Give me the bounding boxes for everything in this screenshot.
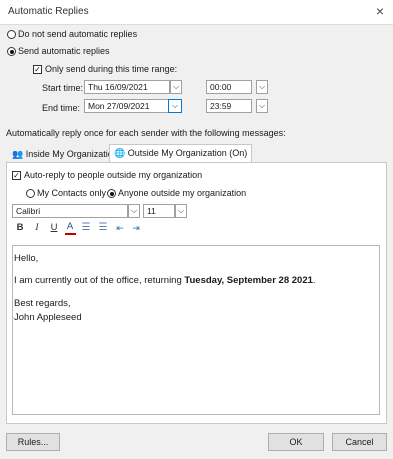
reply-instruction: Automatically reply once for each sender… (6, 128, 286, 138)
people-icon: 👥 (12, 149, 24, 159)
radio-no-auto-replies[interactable] (7, 30, 16, 39)
radio-my-contacts-only[interactable] (26, 189, 35, 198)
font-size-dropdown-icon[interactable]: ⌵ (175, 204, 187, 218)
message-body-prefix: I am currently out of the office, return… (14, 275, 185, 286)
cancel-button[interactable]: Cancel (332, 433, 387, 451)
rules-button[interactable]: Rules... (6, 433, 60, 451)
font-color-icon[interactable]: A (64, 221, 76, 233)
message-body: I am currently out of the office, return… (14, 275, 316, 286)
end-time-field[interactable]: 23:59 (206, 99, 252, 113)
time-range-checkbox[interactable]: ✓ (33, 65, 42, 74)
end-time-dropdown-icon[interactable]: ⌵ (256, 99, 268, 113)
close-icon[interactable]: × (372, 3, 388, 19)
message-signoff: Best regards, (14, 298, 71, 309)
start-date-dropdown-icon[interactable]: ⌵ (170, 80, 182, 94)
start-date-field[interactable]: Thu 16/09/2021 (84, 80, 170, 94)
message-name: John Appleseed (14, 312, 82, 323)
end-date-dropdown-icon[interactable]: ⌵ (168, 99, 182, 113)
radio-no-auto-replies-label[interactable]: Do not send automatic replies (18, 29, 137, 39)
end-time-label: End time: (42, 103, 81, 113)
underline-icon[interactable]: U (48, 222, 60, 234)
message-body-suffix: . (312, 275, 316, 286)
start-time-field[interactable]: 00:00 (206, 80, 252, 94)
message-greeting: Hello, (14, 253, 39, 264)
increase-indent-icon[interactable]: ⇥ (130, 222, 142, 234)
font-family-dropdown-icon[interactable]: ⌵ (128, 204, 140, 218)
start-time-label: Start time: (42, 83, 84, 93)
font-family-select[interactable]: Calibri (12, 204, 128, 218)
italic-icon[interactable]: I (31, 222, 43, 234)
auto-reply-outside-checkbox[interactable]: ✓ (12, 171, 21, 180)
end-date-field[interactable]: Mon 27/09/2021 (84, 99, 170, 113)
tab-outside-organization[interactable]: 🌐 Outside My Organization (On) (109, 144, 253, 163)
radio-anyone-outside-label[interactable]: Anyone outside my organization (118, 188, 246, 198)
time-range-label[interactable]: Only send during this time range: (45, 64, 177, 74)
ok-button[interactable]: OK (268, 433, 324, 451)
font-size-select[interactable]: 11 (143, 204, 175, 218)
radio-send-auto-replies-label[interactable]: Send automatic replies (18, 46, 110, 56)
tab-inside-organization[interactable]: 👥 Inside My Organization (8, 146, 122, 163)
globe-icon: 🌐 (114, 148, 126, 158)
radio-my-contacts-only-label[interactable]: My Contacts only (37, 188, 106, 198)
start-time-dropdown-icon[interactable]: ⌵ (256, 80, 268, 94)
bold-icon[interactable]: B (14, 222, 26, 234)
tab-inside-organization-label: Inside My Organization (25, 149, 118, 159)
font-color-swatch (65, 233, 76, 235)
decrease-indent-icon[interactable]: ⇤ (114, 222, 126, 234)
numbered-list-icon[interactable]: ☰ (97, 222, 109, 234)
auto-reply-outside-label[interactable]: Auto-reply to people outside my organiza… (24, 170, 202, 180)
window-title: Automatic Replies (8, 6, 89, 17)
bullet-list-icon[interactable]: ☰ (80, 222, 92, 234)
message-editor[interactable] (12, 245, 380, 415)
radio-anyone-outside[interactable] (107, 189, 116, 198)
tab-outside-organization-label: Outside My Organization (On) (127, 148, 248, 158)
radio-send-auto-replies[interactable] (7, 47, 16, 56)
message-return-date: Tuesday, September 28 2021 (184, 275, 313, 286)
